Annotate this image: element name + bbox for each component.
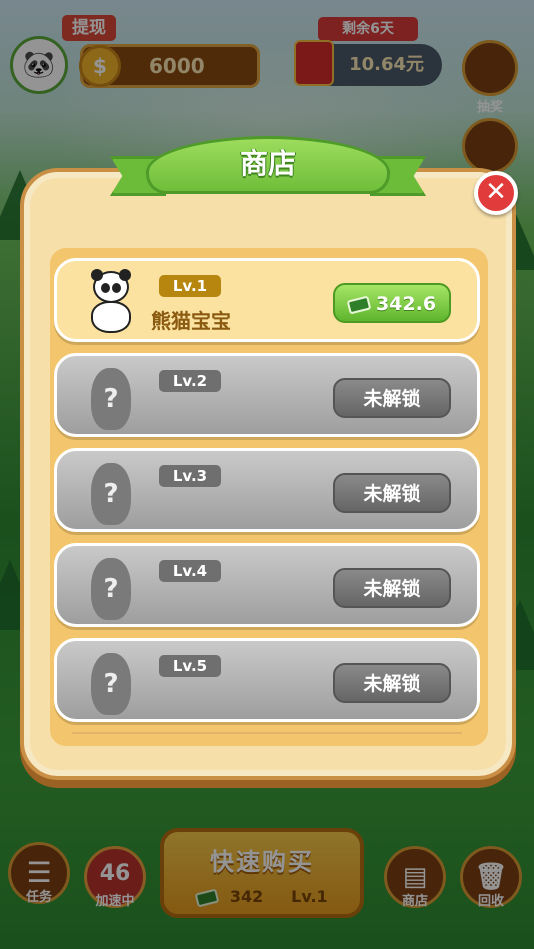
shop-title: 商店 bbox=[239, 147, 296, 180]
shop-title-ribbon: 商店 bbox=[110, 136, 426, 206]
question-mark-icon: ? bbox=[91, 558, 131, 620]
locked-button[interactable]: 未解锁 bbox=[333, 663, 451, 703]
level-badge: Lv.4 bbox=[159, 560, 221, 582]
locked-character-icon: ? bbox=[85, 651, 137, 715]
locked-character-icon: ? bbox=[85, 556, 137, 620]
shop-item-lv3: ? Lv.3 未解锁 bbox=[54, 448, 480, 532]
shop-item-lv5: ? Lv.5 未解锁 bbox=[54, 638, 480, 722]
level-badge: Lv.2 bbox=[159, 370, 221, 392]
level-badge: Lv.3 bbox=[159, 465, 221, 487]
question-mark-icon: ? bbox=[91, 368, 131, 430]
cash-icon bbox=[346, 295, 372, 314]
level-badge: Lv.1 bbox=[159, 275, 221, 297]
buy-button[interactable]: 342.6 bbox=[333, 283, 451, 323]
close-button[interactable]: ✕ bbox=[474, 171, 518, 215]
question-mark-icon: ? bbox=[91, 463, 131, 525]
locked-character-icon: ? bbox=[85, 461, 137, 525]
buy-price: 342.6 bbox=[375, 293, 437, 315]
locked-button[interactable]: 未解锁 bbox=[333, 473, 451, 513]
close-icon: ✕ bbox=[485, 177, 507, 207]
locked-button[interactable]: 未解锁 bbox=[333, 378, 451, 418]
shop-item-lv1: Lv.1 熊猫宝宝 342.6 bbox=[54, 258, 480, 342]
list-divider bbox=[72, 732, 462, 734]
shop-item-lv4: ? Lv.4 未解锁 bbox=[54, 543, 480, 627]
shop-item-lv2: ? Lv.2 未解锁 bbox=[54, 353, 480, 437]
locked-button[interactable]: 未解锁 bbox=[333, 568, 451, 608]
question-mark-icon: ? bbox=[91, 653, 131, 715]
level-badge: Lv.5 bbox=[159, 655, 221, 677]
panda-character-icon bbox=[85, 269, 137, 335]
character-name: 熊猫宝宝 bbox=[151, 309, 231, 333]
locked-character-icon: ? bbox=[85, 366, 137, 430]
